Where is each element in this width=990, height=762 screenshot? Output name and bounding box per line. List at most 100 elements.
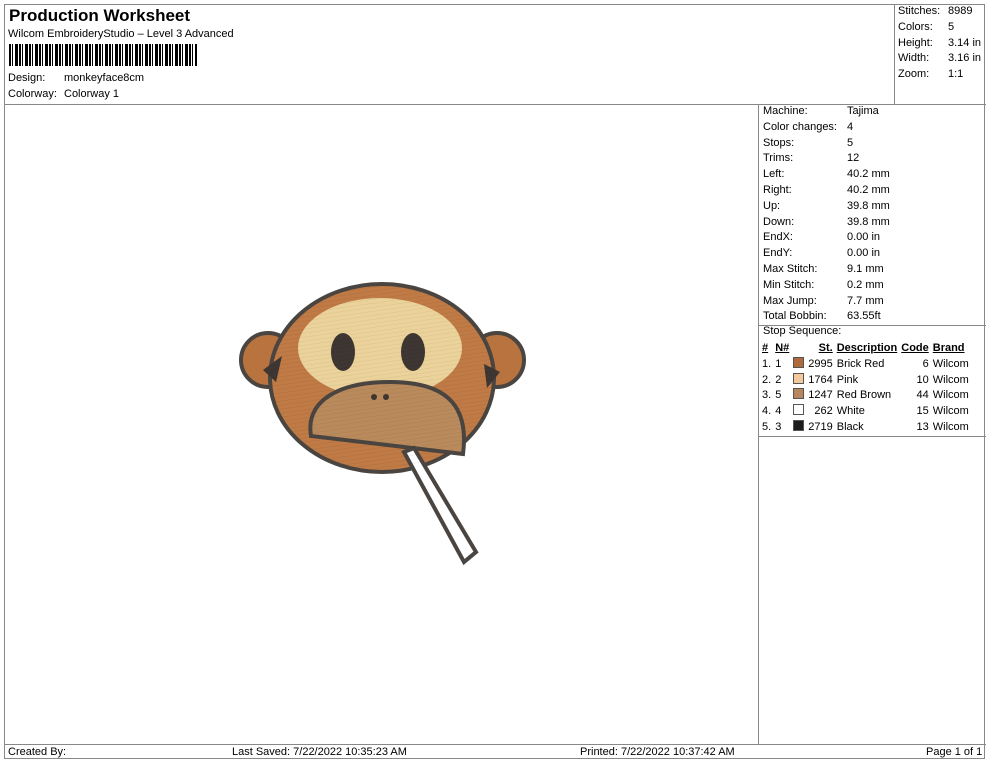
- stat-row: Height: 3.14 in: [898, 36, 981, 52]
- row-index: 3.: [762, 389, 772, 402]
- row-code: 13: [916, 420, 929, 433]
- printed-date: Printed: 7/22/2022 10:37:42 AM: [580, 746, 735, 758]
- property-value: 5: [847, 136, 854, 149]
- property-label: Min Stitch:: [763, 278, 815, 291]
- property-value: 0.00 in: [847, 231, 881, 244]
- color-swatch: [793, 404, 805, 416]
- table-row: 3. 5 1247 Red Brown 44 Wilcom: [760, 388, 971, 404]
- col-st: St.: [818, 342, 833, 354]
- col-n: N#: [775, 342, 790, 354]
- property-label: Down:: [763, 215, 795, 228]
- divider: [758, 436, 986, 437]
- row-description: Brick Red: [836, 357, 885, 370]
- property-row: Up: 39.8 mm: [763, 199, 890, 215]
- property-row: Min Stitch: 0.2 mm: [763, 278, 890, 294]
- stat-label: Colors:: [898, 20, 933, 33]
- property-value: Tajima: [847, 105, 879, 117]
- property-label: Up:: [763, 199, 781, 212]
- table-row: 2. 2 1764 Pink 10 Wilcom: [760, 372, 971, 389]
- row-needle: 2: [775, 373, 782, 386]
- property-label: Max Jump:: [763, 294, 817, 307]
- property-value: 7.7 mm: [847, 294, 884, 307]
- row-stitches: 2995: [808, 357, 833, 370]
- property-row: Color changes: 4: [763, 120, 890, 136]
- property-label: Trims:: [763, 152, 794, 165]
- property-value: 63.55ft: [847, 310, 881, 323]
- row-code: 6: [922, 357, 929, 370]
- stop-sequence-title: Stop Sequence:: [763, 325, 842, 337]
- row-description: White: [836, 405, 865, 418]
- row-needle: 3: [775, 420, 782, 433]
- page-number: Page 1 of 1: [926, 746, 983, 758]
- property-value: 9.1 mm: [847, 262, 884, 275]
- property-label: EndY:: [763, 247, 793, 260]
- stats-panel: for(let i=0;i<5;i++)document.write(`<div…: [898, 4, 981, 83]
- property-row: EndX: 0.00 in: [763, 230, 890, 246]
- row-index: 1.: [762, 357, 772, 370]
- property-row: Max Jump: 7.7 mm: [763, 294, 890, 310]
- col-brand: Brand: [932, 342, 965, 354]
- stat-row: Zoom: 1:1: [898, 67, 981, 83]
- row-index: 5.: [762, 420, 772, 433]
- stat-label: Width:: [898, 52, 930, 65]
- property-row: Total Bobbin: 63.55ft: [763, 309, 890, 325]
- stat-label: Stitches:: [898, 5, 941, 17]
- row-code: 10: [916, 373, 929, 386]
- stat-value: 1:1: [948, 68, 964, 81]
- property-value: 39.8 mm: [847, 215, 890, 228]
- col-code: Code: [901, 342, 929, 354]
- property-value: 39.8 mm: [847, 199, 890, 212]
- property-label: Stops:: [763, 136, 795, 149]
- row-needle: 4: [775, 405, 782, 418]
- row-stitches: 1764: [808, 373, 833, 386]
- color-swatch: [793, 419, 805, 431]
- row-index: 4.: [762, 405, 772, 418]
- row-code: 44: [916, 389, 929, 402]
- created-by: Created By:: [8, 746, 67, 758]
- color-swatch: [793, 372, 805, 384]
- stat-label: Height:: [898, 36, 933, 49]
- color-swatch: [793, 356, 805, 368]
- divider: [4, 744, 986, 745]
- stat-value: 3.14 in: [948, 36, 982, 49]
- last-saved: Last Saved: 7/22/2022 10:35:23 AM: [232, 746, 407, 758]
- stat-row: Colors: 5: [898, 20, 981, 36]
- property-row: Max Stitch: 9.1 mm: [763, 262, 890, 278]
- table-header: # N# St. Description Code Brand: [760, 341, 971, 357]
- stat-value: 8989: [948, 5, 973, 17]
- divider: [894, 4, 895, 104]
- row-brand: Wilcom: [932, 405, 969, 418]
- property-row: Left: 40.2 mm: [763, 167, 890, 183]
- col-description: Description: [836, 342, 898, 354]
- property-value: 40.2 mm: [847, 168, 890, 181]
- property-label: Max Stitch:: [763, 262, 818, 275]
- row-brand: Wilcom: [932, 357, 969, 370]
- row-needle: 1: [775, 357, 782, 370]
- property-label: Machine:: [763, 105, 808, 117]
- row-stitches: 262: [814, 405, 833, 418]
- property-value: 0.2 mm: [847, 278, 884, 291]
- stat-row: Width: 3.16 in: [898, 51, 981, 67]
- table-row: 5. 3 2719 Black 13 Wilcom: [760, 419, 971, 436]
- table-row: 4. 4 262 White 15 Wilcom: [760, 404, 971, 420]
- property-label: EndX:: [763, 231, 793, 244]
- stat-value: 3.16 in: [948, 52, 982, 65]
- design-preview: [239, 282, 526, 566]
- property-row: Right: 40.2 mm: [763, 183, 890, 199]
- col-idx: #: [762, 342, 769, 354]
- color-swatch: [793, 388, 805, 400]
- property-row: Trims: 12: [763, 151, 890, 167]
- stop-sequence-table: # N# St. Description Code Brand const _d…: [760, 341, 971, 436]
- properties-panel: for(let i=0;i<14;i++)document.write(`<di…: [763, 104, 890, 325]
- property-value: 0.00 in: [847, 247, 881, 260]
- row-stitches: 2719: [808, 420, 833, 433]
- row-description: Red Brown: [836, 389, 892, 402]
- row-stitches: 1247: [808, 389, 833, 402]
- property-row: Machine: Tajima: [763, 104, 890, 120]
- property-value: 4: [847, 120, 854, 133]
- row-brand: Wilcom: [932, 373, 969, 386]
- row-needle: 5: [775, 389, 782, 402]
- row-brand: Wilcom: [932, 420, 969, 433]
- property-label: Color changes:: [763, 120, 837, 133]
- stat-row: Stitches: 8989: [898, 4, 981, 20]
